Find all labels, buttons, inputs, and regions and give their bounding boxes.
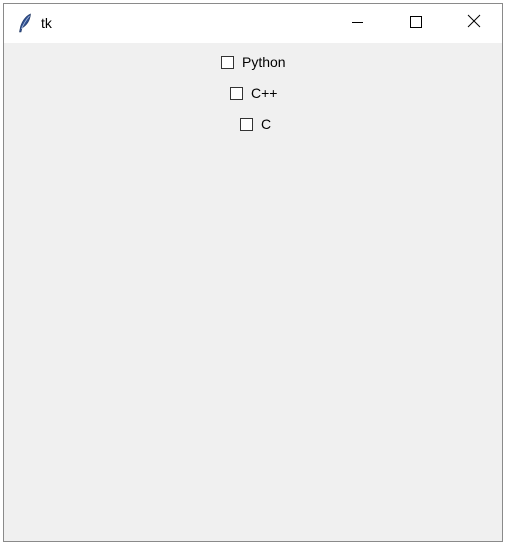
- checkbox-c[interactable]: C: [240, 114, 271, 134]
- title-bar[interactable]: tk: [4, 4, 502, 43]
- feather-icon: [17, 13, 33, 33]
- close-button[interactable]: [451, 4, 497, 43]
- checkbox-label[interactable]: Python: [242, 53, 286, 71]
- checkbox-label[interactable]: C: [261, 115, 271, 133]
- checkbox-box[interactable]: [221, 55, 234, 69]
- checkbox-box[interactable]: [230, 86, 243, 100]
- checkbox-box[interactable]: [240, 117, 253, 131]
- close-icon: [467, 14, 481, 33]
- window-title: tk: [41, 15, 52, 31]
- minimize-icon: [352, 15, 364, 33]
- checkbox-python[interactable]: Python: [221, 52, 286, 72]
- tk-window: tk Python C++ C: [3, 3, 503, 542]
- checkbox-label[interactable]: C++: [251, 84, 277, 102]
- maximize-icon: [410, 15, 422, 33]
- minimize-button[interactable]: [335, 4, 381, 43]
- maximize-button[interactable]: [393, 4, 439, 43]
- window-content: Python C++ C: [4, 43, 502, 541]
- checkbox-cpp[interactable]: C++: [230, 83, 277, 103]
